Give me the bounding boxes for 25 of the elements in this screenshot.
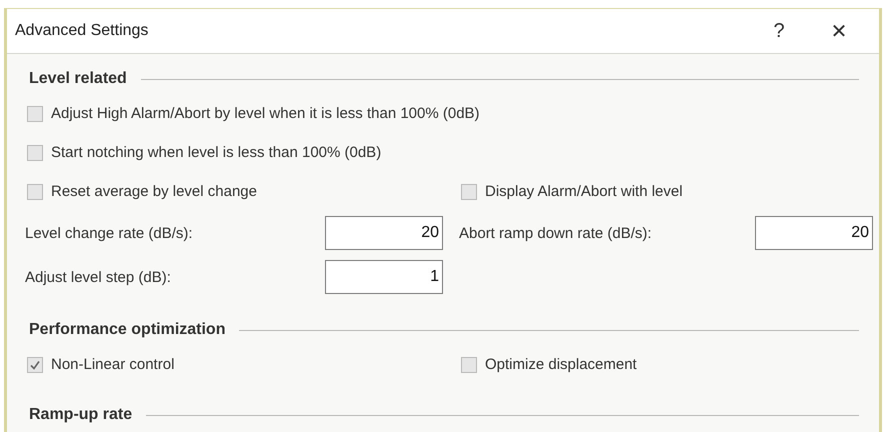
field-label: Abort ramp down rate (dB/s): <box>458 224 652 242</box>
checkbox[interactable] <box>27 106 43 122</box>
checkbox-label: Reset average by level change <box>51 183 257 200</box>
field-label: Adjust level step (dB): <box>24 268 171 286</box>
checkbox[interactable] <box>27 144 43 160</box>
check-icon <box>29 358 41 370</box>
checkbox-label: Adjust High Alarm/Abort by level when it is less than 100% (0dB) <box>51 105 480 122</box>
checkbox[interactable] <box>461 356 477 372</box>
help-button[interactable]: ? <box>749 11 809 51</box>
checkbox[interactable] <box>27 184 43 200</box>
number-field[interactable]: 20 <box>755 216 873 250</box>
field-label: Level change rate (dB/s): <box>24 224 193 242</box>
number-field[interactable]: 1 <box>325 260 443 294</box>
checkbox-label: Start notching when level is less than 100% (0dB) <box>51 144 382 161</box>
section-heading: Level related <box>28 70 127 88</box>
close-button[interactable]: ✕ <box>809 11 869 51</box>
section-heading: Performance optimization <box>28 321 226 339</box>
window-title: Advanced Settings <box>15 22 150 40</box>
section-heading: Ramp-up rate <box>28 406 132 424</box>
number-field[interactable]: 20 <box>325 216 443 250</box>
checkbox[interactable] <box>461 184 477 200</box>
checkbox-label: Optimize displacement <box>485 356 637 373</box>
checkbox-label: Display Alarm/Abort with level <box>485 183 683 200</box>
checkbox[interactable] <box>27 356 43 372</box>
checkbox-label: Non-Linear control <box>51 356 174 373</box>
